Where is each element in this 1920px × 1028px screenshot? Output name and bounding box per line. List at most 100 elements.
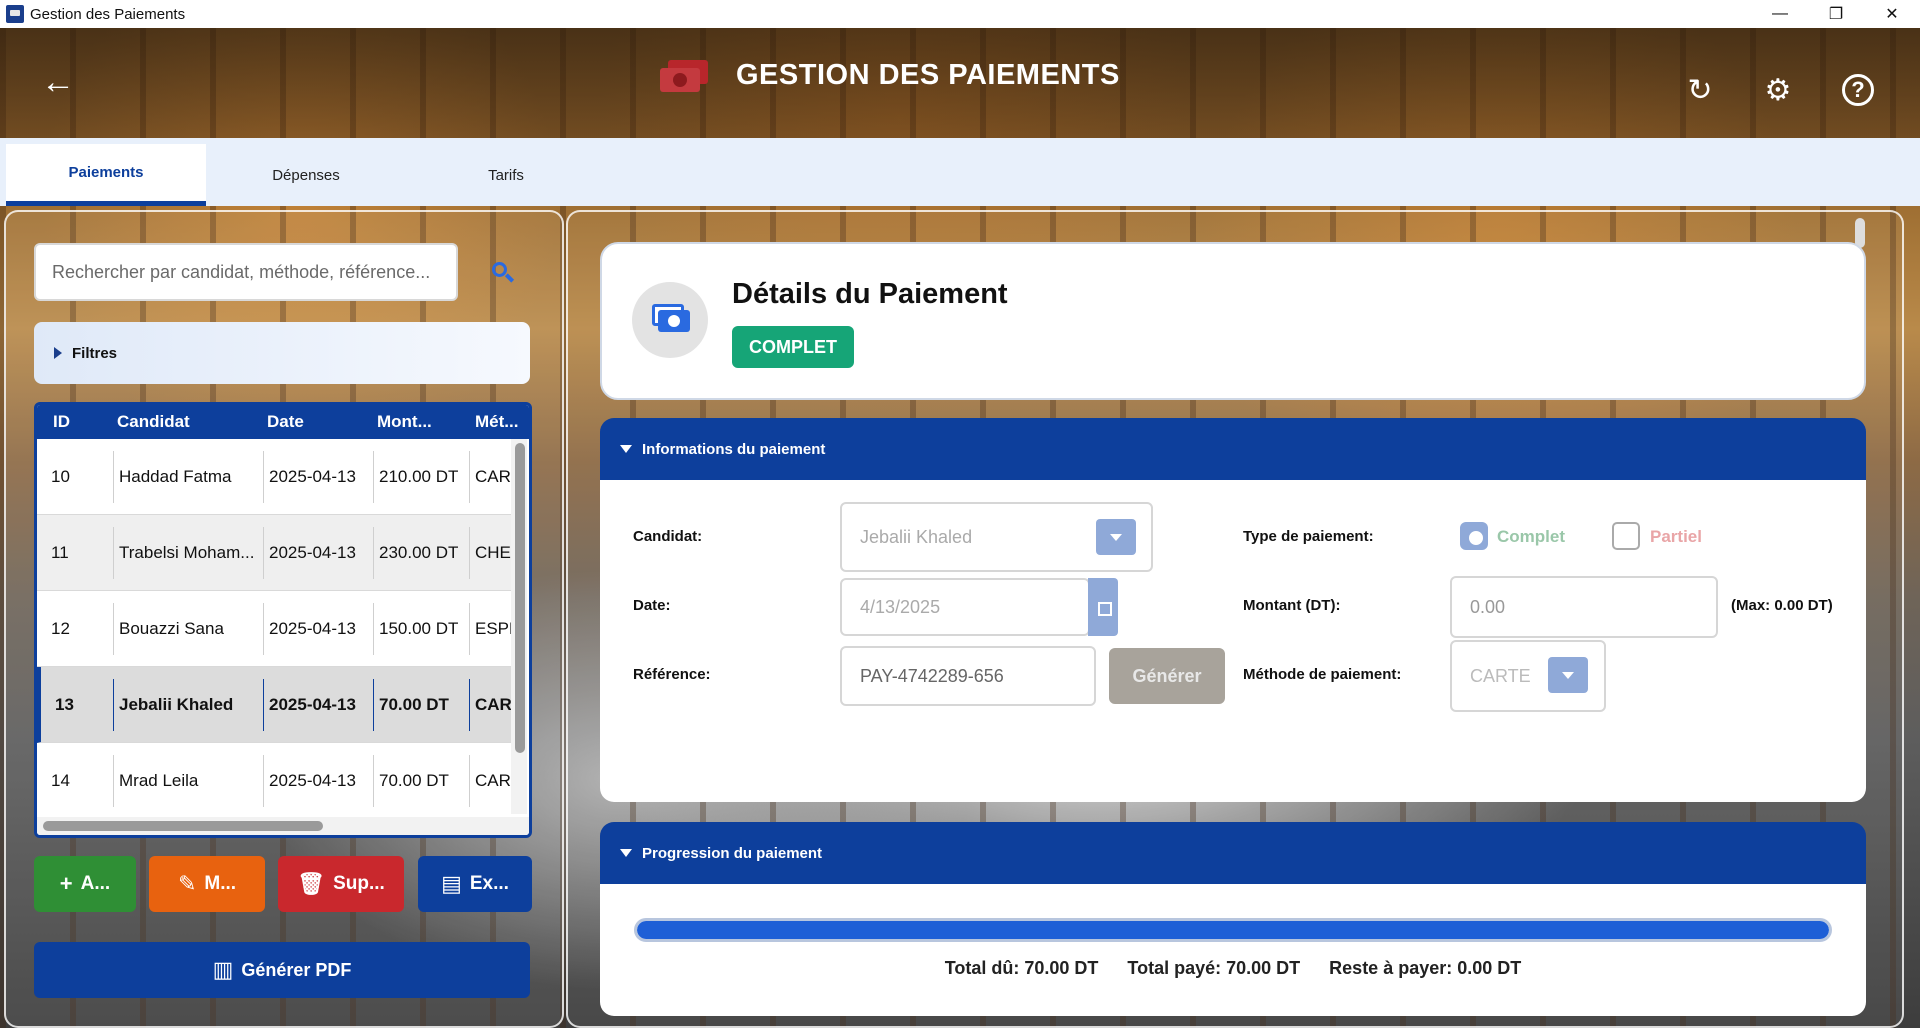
tab-paiements[interactable]: Paiements — [6, 144, 206, 206]
montant-input[interactable]: 0.00 — [1450, 576, 1718, 638]
cell-candidat: Bouazzi Sana — [119, 619, 224, 638]
cell-methode: ESPECES — [475, 619, 511, 638]
horizontal-scrollbar[interactable] — [37, 817, 529, 835]
column-header-montant[interactable]: Mont... — [377, 405, 432, 439]
collapse-arrow-icon — [620, 849, 632, 857]
edit-label: M... — [204, 873, 237, 894]
table-row-selected[interactable]: 13 Jebalii Khaled 2025-04-13 70.00 DT CA… — [37, 667, 513, 743]
delete-button[interactable]: 🗑 Sup... — [278, 856, 404, 912]
back-arrow-icon[interactable]: ← — [38, 62, 78, 102]
date-label: Date: — [633, 597, 671, 614]
cell-date: 2025-04-13 — [269, 543, 356, 562]
column-header-id[interactable]: ID — [53, 405, 70, 439]
progress-section-title: Progression du paiement — [642, 844, 823, 862]
gear-icon[interactable]: ⚙ — [1760, 72, 1796, 108]
maximize-button[interactable]: ❐ — [1808, 0, 1864, 28]
table-row[interactable]: 11 Trabelsi Moham... 2025-04-13 230.00 D… — [37, 515, 513, 591]
add-button[interactable]: + A... — [34, 856, 136, 912]
cell-date: 2025-04-13 — [269, 619, 356, 638]
column-header-candidat[interactable]: Candidat — [117, 405, 190, 439]
reference-value: PAY-4742289-656 — [860, 665, 1004, 686]
money-icon — [660, 58, 708, 92]
refresh-icon[interactable]: ↻ — [1682, 72, 1718, 108]
tab-tarifs[interactable]: Tarifs — [406, 144, 606, 206]
table-row[interactable]: 12 Bouazzi Sana 2025-04-13 150.00 DT ESP… — [37, 591, 513, 667]
candidat-value: Jebalii Khaled — [860, 526, 973, 547]
cell-date: 2025-04-13 — [269, 695, 356, 714]
total-paid: Total payé: 70.00 DT — [1127, 958, 1301, 978]
partiel-checkbox[interactable] — [1612, 522, 1640, 550]
cell-methode: CARTE — [475, 695, 511, 714]
details-card — [600, 242, 1866, 400]
reference-input[interactable]: PAY-4742289-656 — [840, 646, 1096, 706]
edit-button[interactable]: ✎ M... — [149, 856, 265, 912]
remaining: Reste à payer: 0.00 DT — [1329, 958, 1522, 978]
generate-reference-button[interactable]: Générer — [1109, 648, 1225, 704]
cell-montant: 230.00 DT — [379, 543, 459, 562]
cell-date: 2025-04-13 — [269, 467, 356, 486]
info-section-header[interactable]: Informations du paiement — [600, 418, 1866, 480]
cell-montant: 210.00 DT — [379, 467, 459, 486]
cell-methode: CARTE — [475, 771, 511, 790]
date-picker[interactable]: 4/13/2025 — [840, 578, 1090, 636]
app-header: ← GESTION DES PAIEMENTS — [0, 28, 1920, 138]
calendar-icon[interactable] — [1088, 578, 1118, 636]
cell-id: 10 — [51, 467, 70, 486]
cell-id: 14 — [51, 771, 70, 790]
minimize-button[interactable]: — — [1752, 0, 1808, 28]
payments-table: ID Candidat Date Mont... Mét... 10 Hadda… — [34, 402, 532, 838]
complet-radio[interactable] — [1460, 522, 1488, 550]
export-label: Ex... — [469, 873, 509, 894]
app-icon — [6, 5, 24, 23]
complet-label: Complet — [1497, 527, 1565, 546]
date-value: 4/13/2025 — [860, 596, 941, 617]
max-amount-label: (Max: 0.00 DT) — [1731, 597, 1833, 614]
cell-candidat: Trabelsi Moham... — [119, 543, 255, 562]
tab-depenses[interactable]: Dépenses — [206, 144, 406, 206]
trash-icon: 🗑 — [297, 871, 326, 896]
help-icon[interactable]: ? — [1842, 74, 1874, 106]
methode-label: Méthode de paiement: — [1243, 666, 1402, 683]
progress-fill — [637, 921, 1829, 939]
partiel-label: Partiel — [1650, 527, 1702, 546]
cell-candidat: Haddad Fatma — [119, 467, 232, 486]
payment-type-label: Type de paiement: — [1243, 528, 1374, 545]
table-row[interactable]: 10 Haddad Fatma 2025-04-13 210.00 DT CAR… — [37, 439, 513, 515]
export-button[interactable]: ▤ Ex... — [418, 856, 532, 912]
cell-id: 12 — [51, 619, 70, 638]
candidat-label: Candidat: — [633, 528, 703, 545]
delete-label: Sup... — [333, 873, 385, 894]
search-icon[interactable] — [492, 262, 515, 284]
generate-pdf-button[interactable]: ▥ Générer PDF — [34, 942, 530, 998]
window-title: Gestion des Paiements — [30, 5, 186, 23]
collapse-arrow-icon — [620, 445, 632, 453]
chevron-down-icon[interactable] — [1548, 657, 1588, 693]
close-button[interactable]: ✕ — [1864, 0, 1920, 28]
table-row[interactable]: 14 Mrad Leila 2025-04-13 70.00 DT CARTE — [37, 743, 513, 819]
cell-methode: CARTE — [475, 467, 511, 486]
filters-expander[interactable]: Filtres — [34, 322, 530, 384]
details-title: Détails du Paiement — [732, 278, 1008, 310]
search-input[interactable] — [34, 243, 458, 301]
info-section-title: Informations du paiement — [642, 440, 826, 458]
cell-montant: 70.00 DT — [379, 771, 449, 790]
cell-montant: 150.00 DT — [379, 619, 459, 638]
cell-montant: 70.00 DT — [379, 695, 449, 714]
payment-progress-bar — [634, 918, 1832, 942]
pdf-file-icon: ▥ — [212, 957, 234, 982]
progress-section-header[interactable]: Progression du paiement — [600, 822, 1866, 884]
total-due: Total dû: 70.00 DT — [944, 958, 1099, 978]
cell-id: 11 — [51, 543, 69, 562]
tab-bar: Paiements Dépenses Tarifs — [0, 138, 1920, 206]
page-title: GESTION DES PAIEMENTS — [736, 58, 1120, 91]
pencil-icon: ✎ — [177, 871, 197, 896]
generate-pdf-label: Générer PDF — [241, 959, 352, 980]
filters-label: Filtres — [72, 344, 118, 362]
payment-totals: Total dû: 70.00 DT Total payé: 70.00 DT … — [600, 958, 1866, 979]
column-header-methode[interactable]: Mét... — [475, 405, 518, 439]
vertical-scrollbar[interactable] — [511, 439, 527, 814]
add-label: A... — [80, 873, 111, 894]
column-header-date[interactable]: Date — [267, 405, 304, 439]
progress-section-body — [600, 884, 1866, 1016]
chevron-down-icon[interactable] — [1096, 519, 1136, 555]
